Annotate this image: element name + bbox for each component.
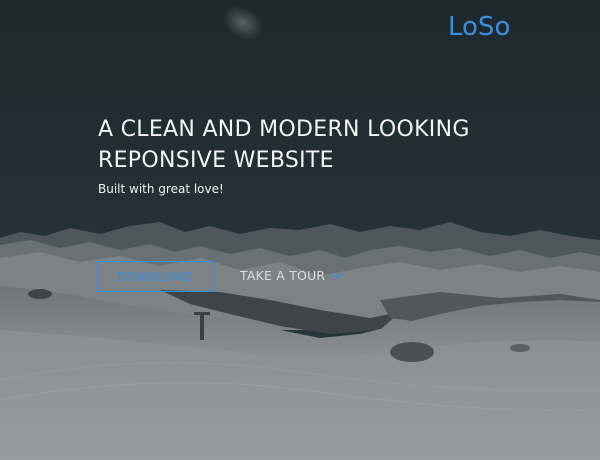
take-a-tour-link[interactable]: TAKE A TOUR xyxy=(240,268,343,283)
hero-tagline: Built with great love! xyxy=(98,182,224,196)
download-button[interactable]: DOWNLOAD xyxy=(97,261,213,292)
logo[interactable]: LoSo xyxy=(448,12,510,42)
take-a-tour-label: TAKE A TOUR xyxy=(240,268,326,283)
headline-line-1: A CLEAN AND MODERN LOOKING xyxy=(98,117,470,142)
mountain-background-image xyxy=(0,0,600,460)
hero-section: LoSo A CLEAN AND MODERN LOOKING REPONSIV… xyxy=(0,0,600,460)
chevron-down-icon xyxy=(332,272,343,279)
hero-headline: A CLEAN AND MODERN LOOKING REPONSIVE WEB… xyxy=(98,114,538,176)
download-button-label: DOWNLOAD xyxy=(117,269,193,284)
headline-line-2: REPONSIVE WEBSITE xyxy=(98,148,334,173)
